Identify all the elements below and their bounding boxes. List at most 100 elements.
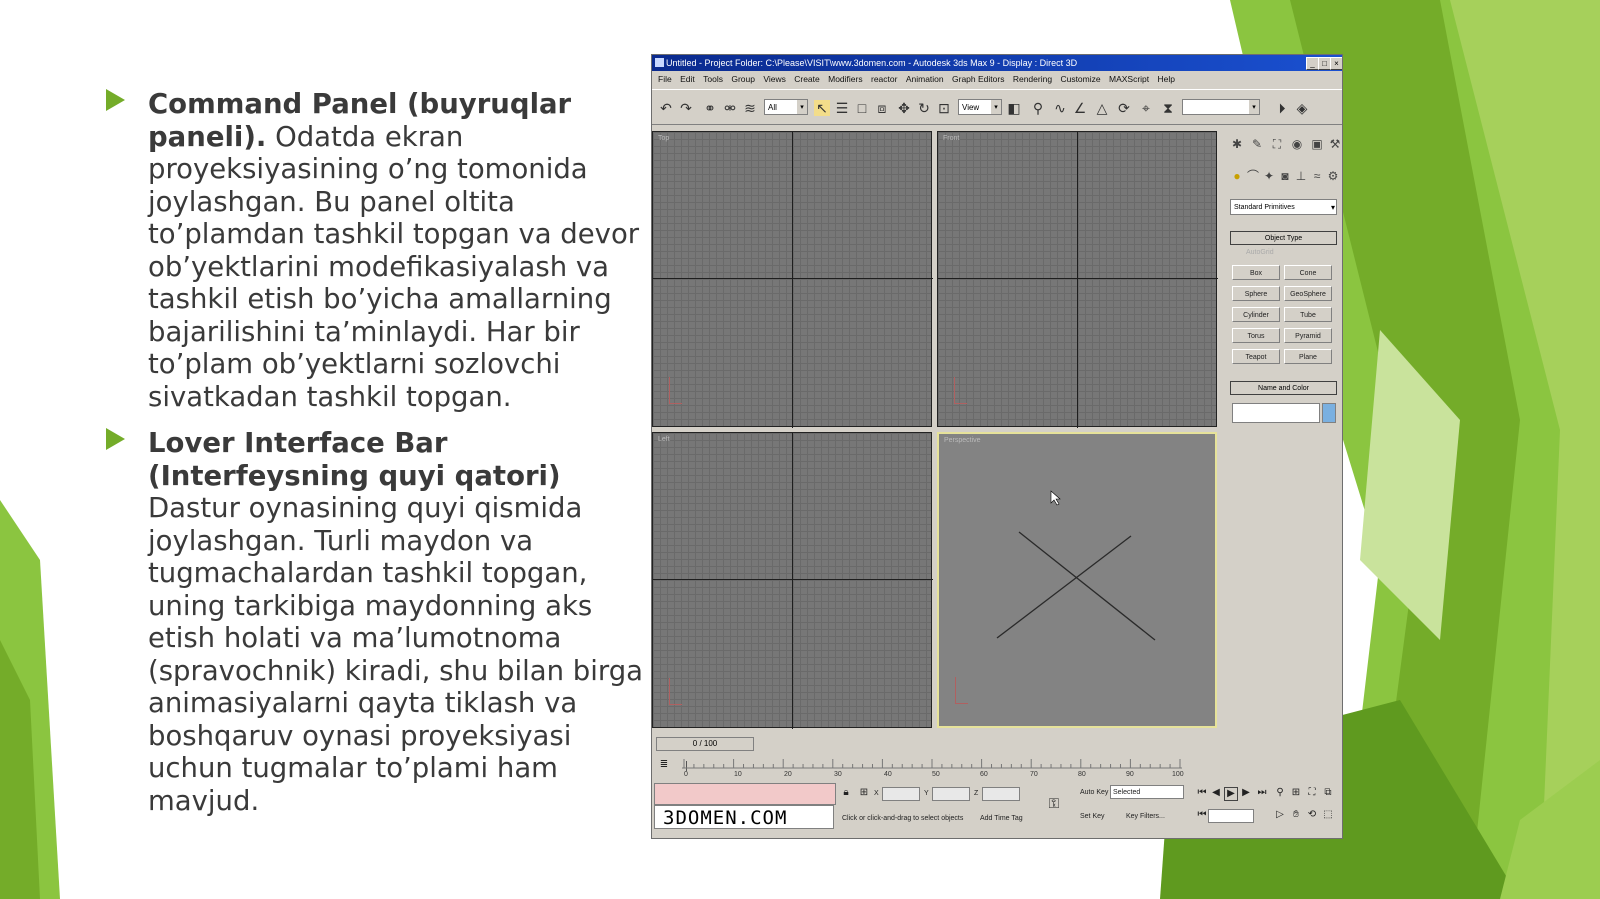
box-button[interactable]: Box: [1232, 265, 1280, 280]
key-icon[interactable]: ⚿: [1048, 796, 1060, 810]
menu-create[interactable]: Create: [794, 71, 820, 87]
select-by-name-icon[interactable]: ☰: [834, 100, 850, 116]
menu-modifiers[interactable]: Modifiers: [828, 71, 862, 87]
menu-help[interactable]: Help: [1158, 71, 1175, 87]
menu-file[interactable]: File: [658, 71, 672, 87]
select-object-icon[interactable]: ↖: [814, 100, 830, 116]
maxscript-listener[interactable]: [654, 783, 836, 805]
link-icon[interactable]: ⚭: [702, 100, 718, 116]
bind-space-warp-icon[interactable]: ≋: [742, 100, 758, 116]
y-coordinate-field[interactable]: [932, 787, 970, 801]
unlink-icon[interactable]: ⚮: [722, 100, 738, 116]
viewport-perspective[interactable]: Perspective: [937, 432, 1217, 728]
menu-graph-editors[interactable]: Graph Editors: [952, 71, 1004, 87]
maximize-viewport-icon[interactable]: ⬚: [1322, 809, 1334, 821]
window-crossing-icon[interactable]: ⧈: [874, 100, 890, 116]
object-type-rollout[interactable]: Object Type: [1230, 231, 1337, 245]
orbit-icon[interactable]: ⟲: [1306, 809, 1318, 821]
current-frame-field[interactable]: [1208, 809, 1254, 823]
time-slider-thumb[interactable]: 0 / 100: [656, 737, 754, 751]
lights-icon[interactable]: ✦: [1262, 169, 1276, 183]
edit-named-selection-icon[interactable]: ⌖: [1138, 100, 1154, 116]
teapot-button[interactable]: Teapot: [1232, 349, 1280, 364]
display-tab-icon[interactable]: ▣: [1310, 137, 1324, 151]
close-button[interactable]: ×: [1330, 57, 1342, 70]
viewport-left[interactable]: Left: [652, 432, 933, 729]
key-filters-button[interactable]: Key Filters...: [1126, 813, 1165, 820]
menu-edit[interactable]: Edit: [680, 71, 695, 87]
x-coordinate-field[interactable]: [882, 787, 920, 801]
add-time-tag-button[interactable]: Add Time Tag: [980, 815, 1023, 822]
geosphere-button[interactable]: GeoSphere: [1284, 286, 1332, 301]
percent-snap-icon[interactable]: △: [1094, 100, 1110, 116]
zoom-extents-all-icon[interactable]: ⧉: [1322, 787, 1334, 799]
create-tab-icon[interactable]: ✱: [1230, 137, 1244, 151]
cone-button[interactable]: Cone: [1284, 265, 1332, 280]
reference-coordinate-dropdown[interactable]: View ▾: [958, 99, 1002, 115]
geometry-icon[interactable]: ●: [1230, 169, 1244, 183]
cameras-icon[interactable]: ◙: [1278, 169, 1292, 183]
move-icon[interactable]: ✥: [896, 100, 912, 116]
track-bar[interactable]: ≣ 0 10 20 30 40 50 60 70 80 90 100: [652, 753, 1218, 781]
object-color-swatch[interactable]: [1322, 403, 1336, 423]
viewport-front[interactable]: Front: [937, 131, 1218, 428]
go-to-start-icon[interactable]: ⏮: [1196, 787, 1208, 799]
angle-snap-icon[interactable]: ∠: [1072, 100, 1088, 116]
menu-customize[interactable]: Customize: [1060, 71, 1100, 87]
render-scene-icon[interactable]: ⏵: [1274, 100, 1290, 116]
motion-tab-icon[interactable]: ◉: [1290, 137, 1304, 151]
absolute-mode-icon[interactable]: ⊞: [858, 787, 870, 799]
zoom-all-icon[interactable]: ⊞: [1290, 787, 1302, 799]
pivot-center-icon[interactable]: ◧: [1006, 100, 1022, 116]
redo-icon[interactable]: ↷: [678, 100, 694, 116]
selection-filter-dropdown[interactable]: All ▾: [764, 99, 808, 115]
z-coordinate-field[interactable]: [982, 787, 1020, 801]
object-name-field[interactable]: [1232, 403, 1320, 423]
systems-icon[interactable]: ⚙: [1326, 169, 1340, 183]
time-slider[interactable]: 0 / 100: [652, 737, 1218, 751]
name-and-color-rollout[interactable]: Name and Color: [1230, 381, 1337, 395]
scale-icon[interactable]: ⊡: [936, 100, 952, 116]
lock-selection-icon[interactable]: 🔒︎: [840, 787, 852, 799]
set-key-button[interactable]: Set Key: [1080, 813, 1105, 820]
select-manipulate-icon[interactable]: ⚲: [1030, 100, 1046, 116]
auto-key-button[interactable]: Auto Key: [1080, 789, 1108, 796]
menu-reactor[interactable]: reactor: [871, 71, 897, 87]
menu-rendering[interactable]: Rendering: [1013, 71, 1052, 87]
menu-views[interactable]: Views: [763, 71, 786, 87]
menu-maxscript[interactable]: MAXScript: [1109, 71, 1149, 87]
shapes-icon[interactable]: ⌒: [1246, 169, 1260, 183]
key-mode-toggle-icon[interactable]: ⏮: [1196, 809, 1208, 821]
zoom-extents-icon[interactable]: ⛶: [1306, 787, 1318, 799]
named-selection-dropdown[interactable]: ▾: [1182, 99, 1260, 115]
menu-animation[interactable]: Animation: [906, 71, 944, 87]
snap-toggle-icon[interactable]: ∿: [1052, 100, 1068, 116]
key-mode-dropdown[interactable]: Selected: [1110, 785, 1184, 799]
go-to-end-icon[interactable]: ⏭: [1256, 787, 1268, 799]
zoom-icon[interactable]: ⚲: [1274, 787, 1286, 799]
spinner-snap-icon[interactable]: ⟳: [1116, 100, 1132, 116]
primitive-type-dropdown[interactable]: Standard Primitives ▾: [1230, 199, 1337, 215]
rectangular-selection-icon[interactable]: □: [854, 100, 870, 116]
hierarchy-tab-icon[interactable]: ⛶: [1270, 137, 1284, 151]
track-bar-menu-icon[interactable]: ≣: [658, 759, 670, 771]
plane-button[interactable]: Plane: [1284, 349, 1332, 364]
mirror-icon[interactable]: ⧗: [1160, 100, 1176, 116]
helpers-icon[interactable]: ⊥: [1294, 169, 1308, 183]
pyramid-button[interactable]: Pyramid: [1284, 328, 1332, 343]
space-warps-icon[interactable]: ≈: [1310, 169, 1324, 183]
quick-render-icon[interactable]: ◈: [1294, 100, 1310, 116]
modify-tab-icon[interactable]: ✎: [1250, 137, 1264, 151]
torus-button[interactable]: Torus: [1232, 328, 1280, 343]
sphere-button[interactable]: Sphere: [1232, 286, 1280, 301]
cylinder-button[interactable]: Cylinder: [1232, 307, 1280, 322]
autogrid-checkbox[interactable]: AutoGrid: [1246, 249, 1274, 256]
play-icon[interactable]: ▶: [1224, 787, 1238, 801]
utilities-tab-icon[interactable]: ⚒: [1328, 137, 1342, 151]
viewport-top[interactable]: Top: [652, 131, 933, 428]
pan-icon[interactable]: ✋︎: [1290, 809, 1302, 821]
next-frame-icon[interactable]: ▶: [1240, 787, 1252, 799]
undo-icon[interactable]: ↶: [658, 100, 674, 116]
menu-tools[interactable]: Tools: [703, 71, 723, 87]
rotate-icon[interactable]: ↻: [916, 100, 932, 116]
